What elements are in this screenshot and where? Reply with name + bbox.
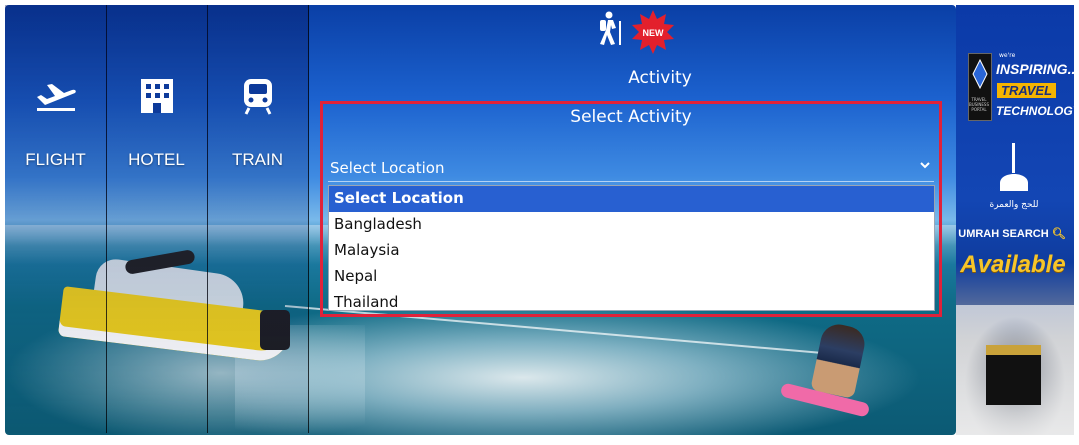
mosque-icon: للحج والعمرة (986, 143, 1042, 217)
tab-flight-label: FLIGHT (25, 150, 86, 169)
option-bangladesh[interactable]: Bangladesh (329, 212, 934, 238)
location-dropdown-list: Select Location Bangladesh Malaysia Nepa… (328, 185, 935, 311)
option-nepal[interactable]: Nepal (329, 264, 934, 290)
umrah-search-text: UMRAH SEARCH 🔍︎ (956, 227, 1068, 240)
option-thailand[interactable]: Thailand (329, 290, 934, 316)
location-select[interactable]: Select Location (328, 151, 934, 182)
chevron-down-icon (919, 157, 931, 175)
new-badge: NEW (630, 9, 676, 55)
hotel-building-icon (106, 77, 207, 117)
activity-search-panel: Select Activity Select Location Select L… (320, 101, 942, 317)
logo-caption: TRAVEL BUSINESS PORTAL (969, 97, 989, 112)
tab-activity-label: Activity (628, 68, 692, 88)
tab-train-label: TRAIN (232, 150, 283, 169)
arabic-calligraphy: للحج والعمرة (989, 200, 1038, 210)
tab-hotel-label: HOTEL (128, 150, 185, 169)
tab-flight[interactable]: FLIGHT (5, 5, 107, 433)
hiker-icon (597, 11, 625, 49)
ad-technology-text: TECHNOLOGY (996, 104, 1074, 118)
umrah-search-label: UMRAH SEARCH (958, 228, 1049, 240)
option-select-location[interactable]: Select Location (329, 186, 934, 212)
available-text: Available (960, 251, 1066, 278)
kaaba-image (986, 345, 1041, 405)
ad-tagline-small: we're (999, 52, 1016, 59)
option-malaysia[interactable]: Malaysia (329, 238, 934, 264)
select-activity-title: Select Activity (570, 107, 692, 127)
new-badge-text: NEW (643, 28, 665, 38)
tab-activity[interactable]: NEW Activity (560, 5, 750, 95)
search-icon: 🔍︎ (1051, 228, 1066, 240)
ad-travel-text: TRAVEL (997, 83, 1057, 98)
train-icon (207, 77, 308, 117)
umrah-ad-banner[interactable]: TRAVEL BUSINESS PORTAL we're INSPIRING..… (956, 5, 1074, 435)
tab-train[interactable]: TRAIN (207, 5, 309, 433)
airplane-departure-icon (5, 77, 106, 117)
location-select-value: Select Location (330, 159, 445, 177)
ad-inspiring-text: INSPIRING... (996, 61, 1074, 77)
tab-hotel[interactable]: HOTEL (106, 5, 208, 433)
